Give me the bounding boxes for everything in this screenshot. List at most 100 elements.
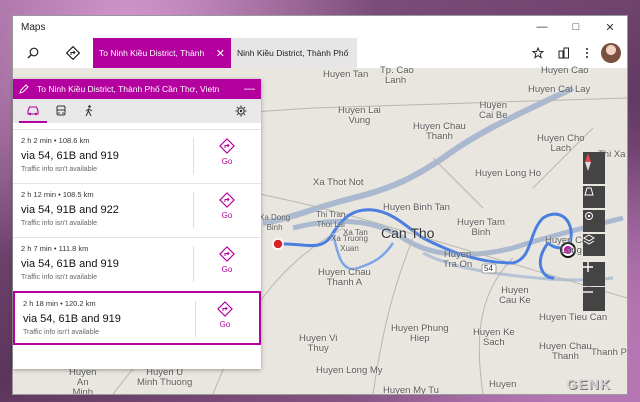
route-option-4[interactable]: 2 h 18 min • 120.2 km via 54, 61B and 91… (13, 291, 261, 345)
map-label: Huyen Cau Ke (499, 285, 531, 306)
tilt-button[interactable] (583, 186, 605, 208)
map-label: Huyen Cai Lay (528, 84, 591, 95)
route-summary: 2 h 12 min • 108.5 km (21, 190, 94, 199)
go-icon (219, 138, 235, 154)
locate-button[interactable] (583, 210, 605, 232)
map-label: Huyen (489, 379, 517, 390)
route-option-3[interactable]: 2 h 7 min • 111.8 km via 54, 61B and 919… (13, 237, 261, 289)
go-button[interactable]: Go (213, 138, 241, 166)
search-icon (27, 47, 39, 59)
map-label: Huyen An Minh (69, 367, 97, 395)
search-button[interactable] (13, 38, 53, 68)
route-summary: 2 h 2 min • 108.6 km (21, 136, 90, 145)
route-via: via 54, 61B and 919 (23, 313, 121, 325)
collapse-icon[interactable]: — (244, 83, 255, 95)
map-label: Huyen Vi Thuy (299, 333, 338, 354)
star-icon (532, 47, 544, 59)
toolbar: To Ninh Kiều District, Thành ✕ Ninh Kiều… (13, 38, 627, 68)
route-traffic: Traffic info isn't available (23, 329, 100, 336)
minimize-button[interactable]: — (525, 16, 559, 38)
map-label: Huyen My Tu (383, 385, 439, 395)
road-number: 54 (484, 264, 493, 273)
map-label: Huyen Ke Sach (473, 327, 515, 348)
go-button[interactable]: Go (211, 301, 239, 329)
route-summary: 2 h 7 min • 111.8 km (21, 244, 89, 253)
location-icon (585, 212, 593, 220)
start-marker (272, 238, 284, 250)
bus-icon (56, 105, 66, 116)
tab-label: Ninh Kiều District, Thành Phố Cầr (237, 48, 351, 58)
car-icon (27, 105, 39, 115)
zoom-out-button[interactable] (583, 287, 605, 311)
map-label: Huyen Chau Thanh A (318, 267, 371, 288)
zoom-in-button[interactable] (583, 262, 605, 286)
more-icon (586, 48, 588, 58)
map-label: Huyen Lai Vung (338, 105, 381, 126)
layers-button[interactable] (583, 234, 605, 256)
tab-directions[interactable]: To Ninh Kiều District, Thành ✕ (93, 38, 231, 68)
map-label: Huyen Tan (323, 69, 369, 80)
close-button[interactable]: ✕ (593, 16, 627, 38)
go-icon (219, 246, 235, 262)
minus-icon (583, 291, 593, 293)
map-label: Xa Thot Not (313, 177, 364, 188)
map-label: Huyen Cho Lach (537, 133, 585, 154)
route-traffic: Traffic info isn't available (21, 220, 98, 227)
city-view-button[interactable] (551, 38, 577, 68)
more-button[interactable] (577, 38, 597, 68)
map-label: Thanh Pho (591, 347, 627, 358)
route-option-1[interactable]: 2 h 2 min • 108.6 km via 54, 61B and 919… (13, 129, 261, 181)
watermark: GENK (566, 376, 611, 392)
route-via: via 54, 61B and 919 (21, 258, 119, 270)
map-label-city: Can Tho (381, 225, 435, 241)
app-title: Maps (21, 21, 46, 33)
directions-icon (66, 46, 80, 60)
route-via: via 54, 91B and 922 (21, 204, 119, 216)
route-traffic: Traffic info isn't available (21, 274, 98, 281)
map-label: Huyen Long Ho (475, 168, 542, 179)
go-label: Go (221, 211, 233, 220)
destination-header: To Ninh Kiều District, Thành Phố Cần Thơ… (13, 79, 261, 99)
title-bar: Maps — □ ✕ (13, 16, 627, 38)
map-label: Lanh (385, 75, 407, 86)
map-label: Huyen Tam Binh (457, 217, 505, 238)
go-label: Go (221, 157, 233, 166)
compass-button[interactable] (583, 152, 605, 184)
go-label: Go (219, 320, 231, 329)
map-label: Huyen Tieu Can (539, 312, 608, 323)
mode-walk[interactable] (75, 99, 103, 123)
route-options-button[interactable] (227, 99, 255, 123)
mode-drive[interactable] (19, 99, 47, 123)
map-label: Huyen Phung Hiep (391, 323, 449, 344)
map-label: Huyen Chau Thanh (539, 341, 592, 362)
profile-avatar[interactable] (601, 43, 621, 63)
route-summary: 2 h 18 min • 120.2 km (23, 299, 96, 308)
go-icon (219, 192, 235, 208)
map-label: Xa Dong Binh (259, 213, 291, 232)
map-label: Huyen Tra On (443, 249, 473, 270)
directions-panel: To Ninh Kiều District, Thành Phố Cần Thơ… (13, 79, 261, 369)
map-label: Huyen Cai Be (479, 100, 508, 121)
map-label: Huyen Long My (316, 365, 383, 376)
map-label: Xa Tan (343, 228, 368, 237)
route-via: via 54, 61B and 919 (21, 150, 119, 162)
travel-mode-bar (13, 99, 261, 123)
go-label: Go (221, 265, 233, 274)
plus-icon (583, 262, 593, 272)
mode-transit[interactable] (47, 99, 75, 123)
edit-icon[interactable] (19, 84, 29, 94)
tab-place[interactable]: Ninh Kiều District, Thành Phố Cầr (231, 38, 357, 68)
map-label: Thi Tran Thoi Lai (316, 210, 346, 229)
maximize-button[interactable]: □ (559, 16, 593, 38)
close-tab-icon[interactable]: ✕ (216, 47, 225, 60)
buildings-icon (558, 47, 569, 59)
go-button[interactable]: Go (213, 192, 241, 220)
route-option-2[interactable]: 2 h 12 min • 108.5 km via 54, 91B and 92… (13, 183, 261, 235)
go-button[interactable]: Go (213, 246, 241, 274)
directions-button[interactable] (53, 38, 93, 68)
favorites-button[interactable] (525, 38, 551, 68)
map-label: Huyen U Minh Thuong (137, 367, 193, 388)
map-label: Huyen Chau Thanh (413, 121, 466, 142)
destination-text[interactable]: To Ninh Kiều District, Thành Phố Cần Thơ… (37, 84, 244, 94)
compass-icon (585, 153, 591, 171)
